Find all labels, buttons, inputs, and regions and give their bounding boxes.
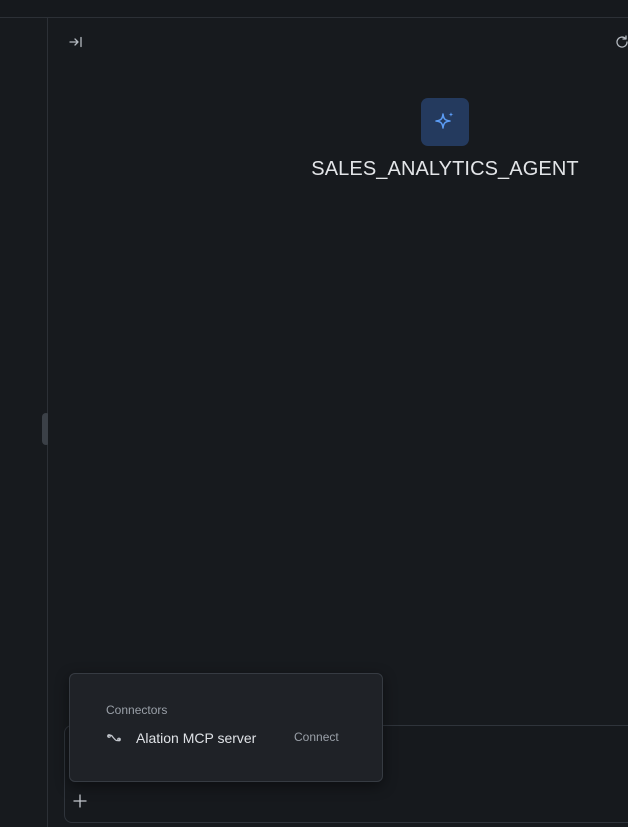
add-attachment-button[interactable] <box>68 789 92 813</box>
agent-chat-panel: SALES_ANALYTICS_AGENT Connectors Alation… <box>48 18 628 827</box>
agent-avatar <box>421 98 469 146</box>
sparkle-icon <box>435 112 454 129</box>
connectors-popup: Connectors Alation MCP server Connect <box>69 673 383 782</box>
agent-title: SALES_ANALYTICS_AGENT <box>311 158 579 180</box>
collapse-panel-icon <box>69 36 82 48</box>
refresh-icon <box>616 35 628 48</box>
collapse-panel-button[interactable] <box>66 32 86 52</box>
connector-label: Alation MCP server <box>136 730 257 746</box>
top-bar <box>0 0 628 18</box>
connector-link-icon <box>106 729 124 747</box>
plus-icon <box>73 794 87 808</box>
connect-button[interactable]: Connect <box>294 730 339 744</box>
connectors-heading: Connectors <box>106 703 168 717</box>
refresh-button[interactable] <box>612 32 628 52</box>
left-pane <box>0 18 48 827</box>
app-window: SALES_ANALYTICS_AGENT Connectors Alation… <box>0 0 628 827</box>
